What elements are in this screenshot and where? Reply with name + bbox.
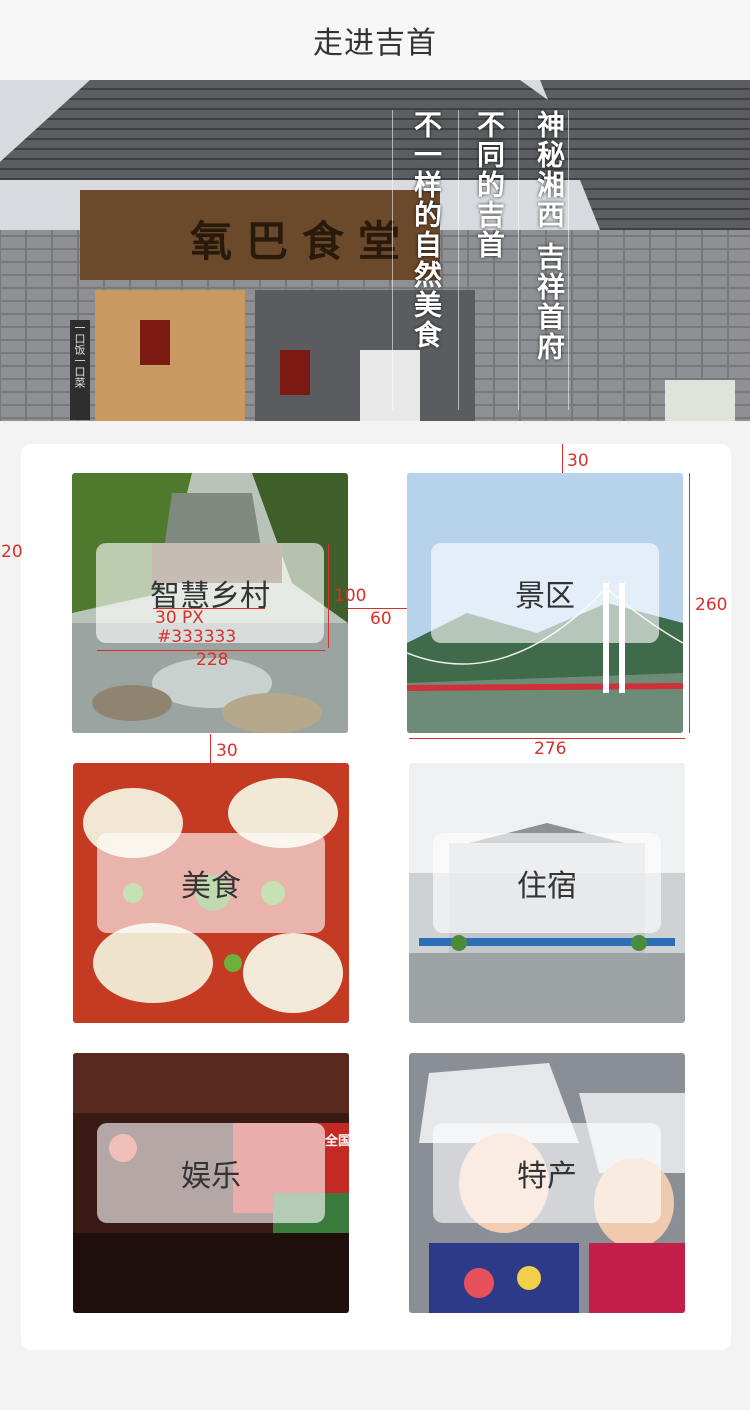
- measure-line: [562, 444, 563, 473]
- tile-entertainment[interactable]: 全国交流大会 娱乐: [73, 1053, 349, 1313]
- tile-label: 美食: [97, 833, 325, 933]
- annotation-font-color: #333333: [157, 627, 237, 647]
- annotation-margin-left: 20: [1, 542, 23, 562]
- banner-slogan-3: 不一样的自然美食: [410, 110, 443, 350]
- annotation-gap-vertical: 30: [216, 741, 238, 761]
- tile-label: 住宿: [433, 833, 661, 933]
- measure-line: [689, 473, 690, 733]
- divider-line: [392, 110, 393, 410]
- conference-banner-text: 全国交流大会: [325, 1134, 349, 1149]
- tile-label: 景区: [431, 543, 659, 643]
- hero-banner: 氧巴食堂 一口饭一口菜 神秘湘西 吉祥首府 不同的吉首 不一样的自然美食: [0, 80, 750, 421]
- banner-slogan-2: 不同的吉首: [473, 110, 506, 260]
- page-header: 走进吉首: [0, 0, 750, 80]
- tile-label: 娱乐: [97, 1123, 325, 1223]
- banner-sign: 氧巴食堂: [190, 217, 415, 266]
- page-title: 走进吉首: [313, 26, 437, 61]
- annotation-top-margin: 30: [567, 451, 589, 471]
- annotation-label-width: 228: [196, 650, 229, 670]
- divider-line: [518, 110, 519, 410]
- tile-lodging[interactable]: 住宿: [409, 763, 685, 1023]
- tile-food[interactable]: 美食: [73, 763, 349, 1023]
- annotation-gap-horizontal: 60: [370, 609, 392, 629]
- banner-side-sign: 一口饭一口菜: [73, 322, 86, 388]
- annotation-tile-width: 276: [534, 739, 567, 759]
- measure-line: [210, 734, 211, 763]
- tile-scenic-area[interactable]: 景区: [407, 473, 683, 733]
- divider-line: [458, 110, 459, 410]
- tile-specialty[interactable]: 特产: [409, 1053, 685, 1313]
- tile-smart-village[interactable]: 智慧乡村: [72, 473, 348, 733]
- annotation-tile-height: 260: [695, 595, 728, 615]
- banner-slogan-1: 神秘湘西 吉祥首府: [533, 110, 566, 362]
- annotation-font-size: 30 PX: [155, 608, 204, 628]
- annotation-label-height: 100: [334, 586, 367, 606]
- tile-label: 特产: [433, 1123, 661, 1223]
- measure-line: [328, 544, 329, 648]
